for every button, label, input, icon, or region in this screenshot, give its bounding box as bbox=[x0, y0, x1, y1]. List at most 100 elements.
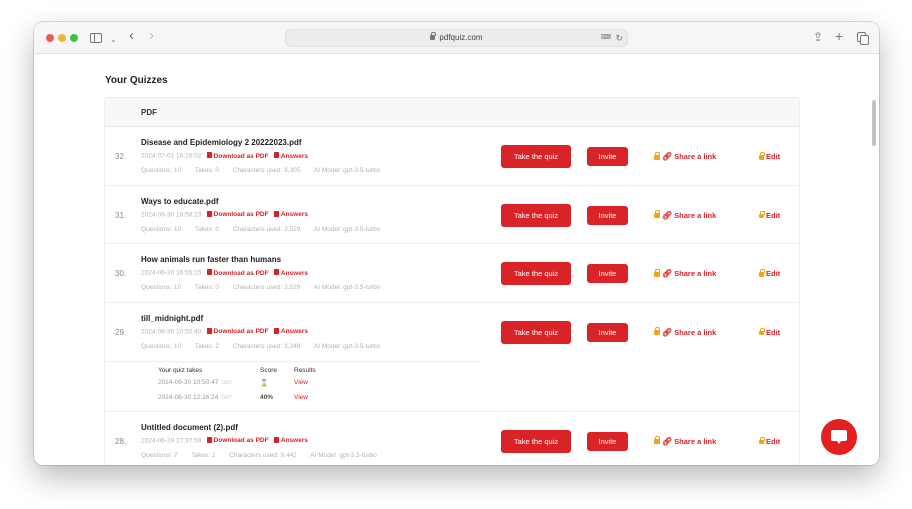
take-timezone: GMT bbox=[221, 394, 233, 401]
maximize-window-button[interactable] bbox=[70, 34, 78, 42]
quiz-stats: Questions: 10 Takes: 2 Characters used: … bbox=[141, 343, 392, 350]
questions-count: Questions: 10 bbox=[141, 225, 182, 233]
link-icon: 🔗︎ bbox=[662, 269, 673, 278]
ai-model: AI Model: gpt-3.5-turbo bbox=[310, 451, 377, 459]
quiz-date: 2024-06-30 16:55:15 bbox=[141, 269, 202, 277]
reload-icon[interactable]: ↻ bbox=[615, 30, 623, 46]
column-header-pdf: PDF bbox=[141, 108, 157, 117]
take-date-wrap: 2024-06-30 10:50:47 GMT bbox=[158, 379, 232, 386]
characters-used: Characters used: 9,305 bbox=[232, 167, 301, 174]
share-link-button[interactable]: 🔗︎ Share a link bbox=[654, 436, 716, 446]
close-window-button[interactable] bbox=[46, 34, 54, 42]
invite-button[interactable]: Invite bbox=[587, 431, 628, 451]
characters-used: Characters used: 9,442 bbox=[229, 451, 297, 459]
quiz-title[interactable]: Disease and Epidemiology 2 20222023.pdf bbox=[141, 138, 302, 147]
edit-button[interactable]: Edit bbox=[759, 328, 780, 337]
invite-button[interactable]: Invite bbox=[587, 205, 628, 225]
url-text: pdfquiz.com bbox=[439, 33, 483, 42]
share-link-label: Share a link bbox=[674, 152, 717, 161]
pdf-file-icon bbox=[207, 210, 212, 217]
answers-link[interactable]: Answers bbox=[274, 152, 308, 160]
edit-button[interactable]: Edit bbox=[759, 152, 780, 161]
download-pdf-link[interactable]: Download as PDF bbox=[207, 152, 269, 160]
download-pdf-link[interactable]: Download as PDF bbox=[207, 269, 269, 277]
edit-button[interactable]: Edit bbox=[759, 269, 780, 278]
answers-link[interactable]: Answers bbox=[274, 327, 308, 335]
take-date-wrap: 2024-06-30 12:26:24 GMT bbox=[158, 394, 232, 401]
view-result-link[interactable]: View bbox=[294, 394, 308, 401]
chevron-down-icon[interactable]: ⌄ bbox=[110, 32, 117, 48]
sidebar-toggle-icon[interactable] bbox=[90, 33, 102, 43]
share-link-button[interactable]: 🔗︎ Share a link bbox=[654, 327, 717, 337]
quiz-takes-panel: Your quiz takes Score Results 2024-06-30 10… bbox=[105, 360, 480, 411]
answers-link[interactable]: Answers bbox=[274, 210, 308, 218]
quiz-title[interactable]: Ways to educate.pdf bbox=[141, 197, 219, 206]
share-link-label: Share a link bbox=[674, 210, 717, 220]
chat-button[interactable] bbox=[821, 419, 857, 455]
pdf-file-icon bbox=[207, 327, 212, 334]
take-date: 2024-06-30 12:26:24 bbox=[158, 393, 219, 401]
quiz-number: 30. bbox=[115, 269, 127, 278]
invite-button[interactable]: Invite bbox=[587, 264, 628, 283]
take-quiz-button[interactable]: Take the quiz bbox=[501, 145, 571, 168]
edit-label: Edit bbox=[766, 152, 781, 161]
link-icon: 🔗︎ bbox=[662, 210, 673, 220]
chat-icon bbox=[831, 430, 847, 444]
answers-label: Answers bbox=[280, 437, 308, 444]
characters-used: Characters used: 3,348 bbox=[232, 342, 301, 350]
quiz-title[interactable]: Untitled document (2).pdf bbox=[141, 423, 238, 432]
questions-count: Questions: 10 bbox=[141, 167, 182, 174]
take-quiz-button[interactable]: Take the quiz bbox=[501, 429, 571, 453]
browser-window: ⌄ ‹ › pdfquiz.com ⌨ ↻ ⇪ + Your Quizzes P… bbox=[34, 22, 879, 465]
scrollbar[interactable] bbox=[872, 100, 876, 146]
lock-icon bbox=[654, 436, 660, 444]
answers-link[interactable]: Answers bbox=[274, 269, 308, 277]
link-icon: 🔗︎ bbox=[662, 436, 673, 446]
lock-icon bbox=[759, 210, 765, 218]
lock-icon bbox=[759, 327, 765, 335]
share-icon[interactable]: ⇪ bbox=[813, 29, 823, 45]
quiz-number: 28. bbox=[115, 436, 127, 446]
quiz-title[interactable]: How animals run faster than humans bbox=[141, 255, 281, 264]
share-link-button[interactable]: 🔗︎ Share a link bbox=[654, 268, 716, 278]
view-result-link[interactable]: View bbox=[294, 379, 308, 386]
minimize-window-button[interactable] bbox=[58, 34, 66, 42]
edit-button[interactable]: Edit bbox=[759, 211, 780, 220]
invite-button[interactable]: Invite bbox=[587, 322, 628, 342]
browser-toolbar: ⌄ ‹ › pdfquiz.com ⌨ ↻ ⇪ + bbox=[34, 22, 879, 54]
answers-link[interactable]: Answers bbox=[274, 436, 308, 444]
quiz-title[interactable]: till_midnight.pdf bbox=[141, 314, 203, 323]
take-date: 2024-06-30 10:50:47 bbox=[158, 378, 219, 386]
lock-icon bbox=[654, 151, 660, 160]
new-tab-icon[interactable]: + bbox=[835, 28, 843, 44]
translate-icon[interactable]: ⌨ bbox=[601, 30, 611, 46]
tab-overview-icon[interactable] bbox=[857, 32, 869, 45]
edit-button[interactable]: Edit bbox=[759, 437, 780, 446]
take-quiz-button[interactable]: Take the quiz bbox=[501, 203, 571, 227]
invite-button[interactable]: Invite bbox=[587, 147, 628, 166]
pdf-file-icon bbox=[207, 152, 212, 158]
take-timezone: GMT bbox=[221, 379, 233, 386]
download-pdf-link[interactable]: Download as PDF bbox=[207, 327, 269, 335]
share-link-button[interactable]: 🔗︎ Share a link bbox=[654, 210, 717, 220]
lock-icon bbox=[654, 268, 660, 277]
back-icon[interactable]: ‹ bbox=[129, 28, 134, 44]
quiz-row: 28. Untitled document (2).pdf 2024-06-29… bbox=[105, 412, 799, 466]
take-quiz-button[interactable]: Take the quiz bbox=[501, 262, 571, 285]
share-link-label: Share a link bbox=[674, 327, 717, 337]
download-pdf-link[interactable]: Download as PDF bbox=[207, 210, 269, 218]
take-quiz-button[interactable]: Take the quiz bbox=[501, 320, 571, 344]
download-pdf-link[interactable]: Download as PDF bbox=[207, 436, 269, 444]
lock-icon bbox=[759, 269, 765, 277]
takes-count: Takes: 0 bbox=[194, 284, 220, 291]
pdf-file-icon bbox=[274, 210, 279, 217]
pdf-file-icon bbox=[274, 327, 279, 334]
share-link-button[interactable]: 🔗︎ Share a link bbox=[654, 151, 717, 161]
quiz-row: 31. Ways to educate.pdf 2024-06-30 16:58… bbox=[105, 186, 799, 244]
lock-icon bbox=[654, 210, 660, 218]
quiz-stats: Questions: 10 Takes: 0 Characters used: … bbox=[141, 226, 392, 233]
forward-icon[interactable]: › bbox=[149, 28, 154, 44]
address-bar[interactable]: pdfquiz.com ⌨ ↻ bbox=[285, 29, 628, 47]
takes-count: Takes: 2 bbox=[191, 451, 216, 459]
quiz-number: 31. bbox=[115, 210, 127, 220]
